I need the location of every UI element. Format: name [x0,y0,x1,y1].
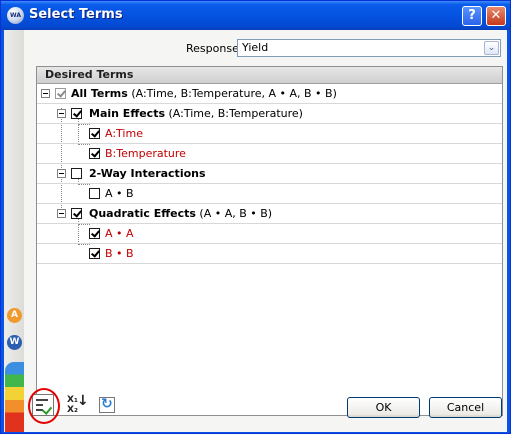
label-two-way: 2-Way Interactions [89,167,206,180]
label-quadratic-bold: Quadratic Effects [89,207,196,220]
tree-row-a-a[interactable]: A • A [37,224,502,244]
checkbox-a-a[interactable] [89,228,100,239]
label-all-terms-bold: All Terms [71,87,128,100]
response-value: Yield [242,41,269,54]
checkbox-a-b[interactable] [89,188,100,199]
tree-row-main-effects[interactable]: Main Effects (A:Time, B:Temperature) [37,104,502,124]
desired-terms-panel: Desired Terms All Terms (A:Time, B:Tempe… [36,66,503,416]
tree-row-all-terms[interactable]: All Terms (A:Time, B:Temperature, A • A,… [37,84,502,104]
label-all-terms: All Terms (A:Time, B:Temperature, A • A,… [71,87,337,100]
panel-header: Desired Terms [37,67,502,84]
label-two-way-bold: 2-Way Interactions [89,167,206,180]
checkbox-b-b[interactable] [89,248,100,259]
ok-button[interactable]: OK [347,397,420,418]
tree-row-b-temperature[interactable]: B:Temperature [37,144,502,164]
tree-row-b-b[interactable]: B • B [37,244,502,264]
highlight-circle [28,388,60,424]
tree-row-quadratic[interactable]: Quadratic Effects (A • A, B • B) [37,204,502,224]
label-b-temperature: B:Temperature [105,147,186,160]
label-a-time: A:Time [105,127,143,140]
panel-title: Desired Terms [45,68,134,81]
dialog-window: WA Select Terms ? ✕ A W Response Yield ⌄… [0,0,511,434]
tree-row-two-way[interactable]: 2-Way Interactions [37,164,502,184]
tree-row-a-time[interactable]: A:Time [37,124,502,144]
dialog-body: A W Response Yield ⌄ Desired Terms All T… [4,30,507,432]
sort-terms-icon[interactable]: X₁ X₂ ↓ [64,393,89,416]
refresh-arrow-icon: ↻ [101,396,113,412]
close-button[interactable]: ✕ [486,6,506,26]
label-main-effects-detail: (A:Time, B:Temperature) [165,107,303,120]
w-badge-icon: W [7,335,22,350]
weibull-app-icon: WA [7,7,24,24]
color-stack-logo [5,362,24,432]
app-sidebar: A W [4,30,24,432]
checkbox-b-temperature[interactable] [89,148,100,159]
label-main-effects-bold: Main Effects [89,107,166,120]
label-quadratic: Quadratic Effects (A • A, B • B) [89,207,272,220]
collapse-icon[interactable] [57,109,66,118]
label-all-terms-detail: (A:Time, B:Temperature, A • A, B • B) [127,87,337,100]
reset-terms-icon[interactable]: ↻ [96,394,118,416]
a-badge-icon: A [7,308,22,323]
checkbox-all-terms[interactable] [55,88,66,99]
label-b-b: B • B [105,247,134,260]
response-select[interactable]: Yield ⌄ [237,39,501,57]
checkbox-two-way[interactable] [71,168,82,179]
checkbox-quadratic[interactable] [71,208,82,219]
response-label: Response [186,42,239,55]
checkbox-a-time[interactable] [89,128,100,139]
chevron-down-icon[interactable]: ⌄ [484,41,499,55]
checkbox-main-effects[interactable] [71,108,82,119]
label-a-b: A • B [105,187,134,200]
cancel-button[interactable]: Cancel [429,397,502,418]
tree-row-a-b[interactable]: A • B [37,184,502,204]
label-main-effects: Main Effects (A:Time, B:Temperature) [89,107,303,120]
label-a-a: A • A [105,227,134,240]
help-button[interactable]: ? [462,6,482,26]
collapse-icon[interactable] [41,89,50,98]
collapse-icon[interactable] [57,209,66,218]
window-title: Select Terms [29,7,123,22]
collapse-icon[interactable] [57,169,66,178]
title-bar[interactable]: WA Select Terms ? ✕ [1,1,510,30]
label-quadratic-detail: (A • A, B • B) [195,207,273,220]
arrow-down-icon: ↓ [77,393,89,409]
